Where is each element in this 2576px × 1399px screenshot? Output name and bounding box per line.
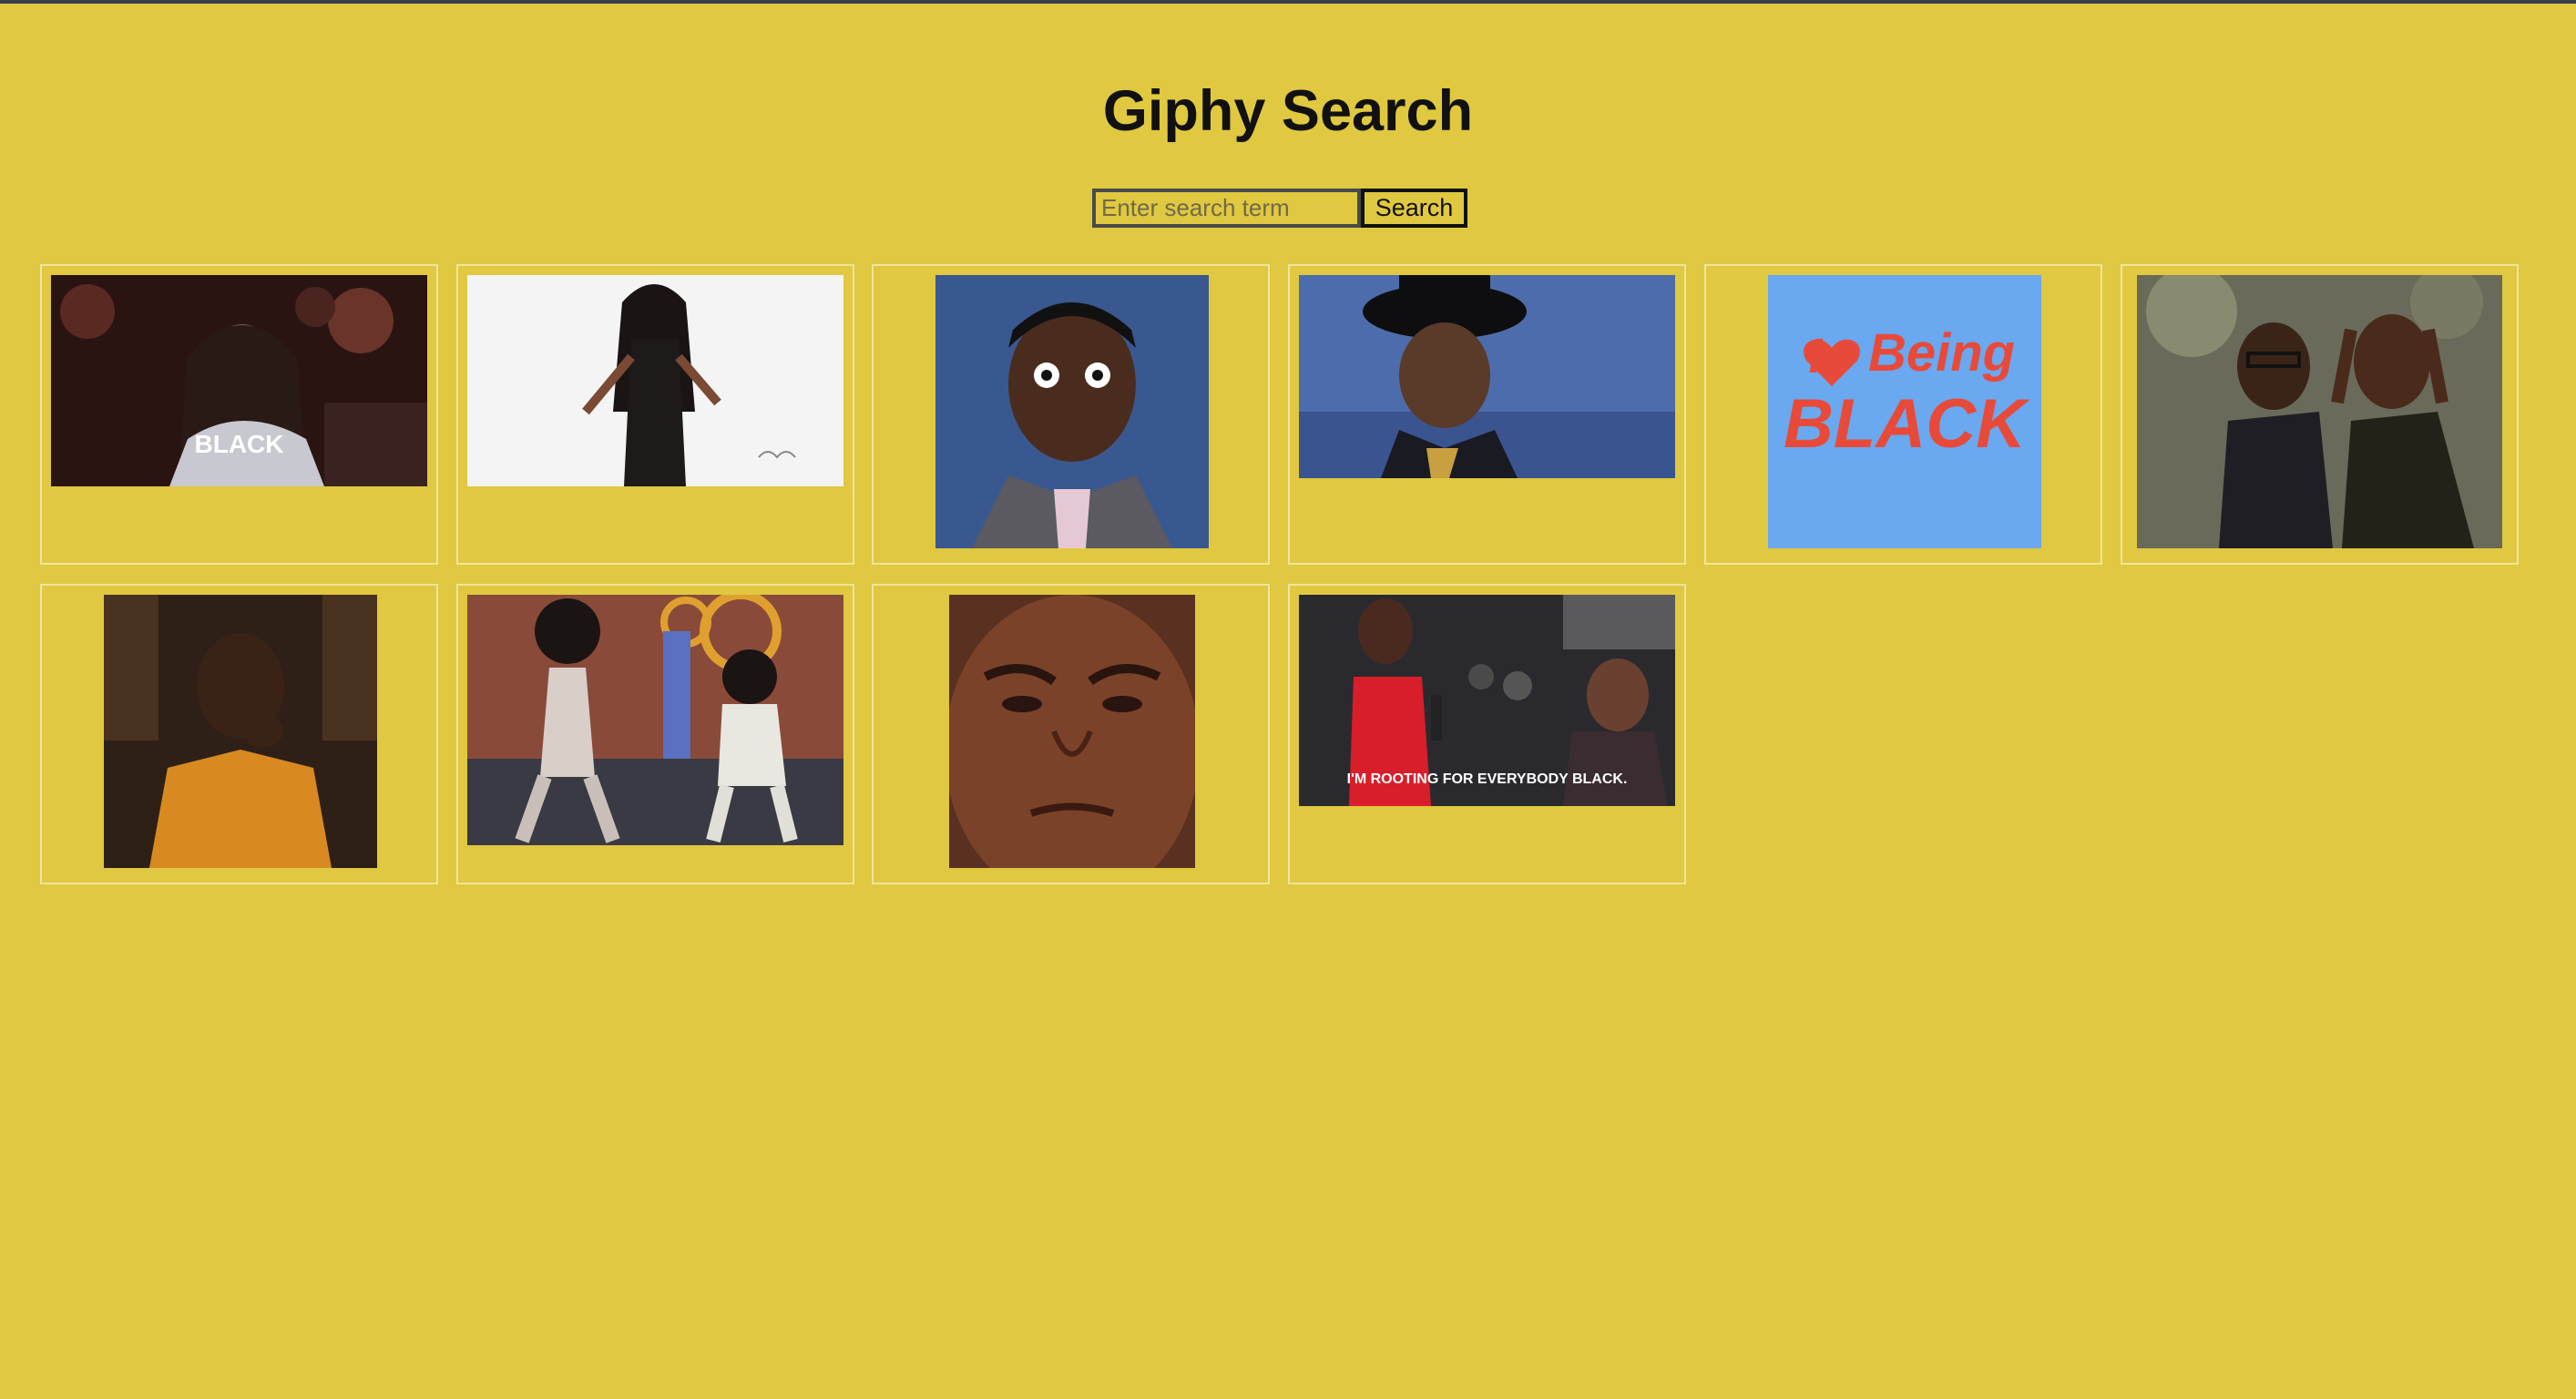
gif-image-1[interactable]: BLACK xyxy=(51,275,427,486)
gif-card-10[interactable]: I'M ROOTING FOR EVERYBODY BLACK. xyxy=(1288,584,1686,884)
gif-image-8[interactable] xyxy=(467,595,843,845)
gif-image-7[interactable] xyxy=(104,595,377,868)
gif-image-5[interactable]: I Being BLACK xyxy=(1768,275,2041,548)
gif-image-4[interactable] xyxy=(1299,275,1675,478)
gif-caption-1: BLACK xyxy=(194,430,284,458)
gif-card-3[interactable] xyxy=(872,264,1270,565)
results-grid: BLACK I Being BLACK I'M ROOTING FOR EVER… xyxy=(0,0,2576,1399)
gif-caption-5-c: BLACK xyxy=(1784,385,2026,463)
gif-card-1[interactable]: BLACK xyxy=(40,264,438,565)
gif-card-7[interactable] xyxy=(40,584,438,884)
gif-image-2[interactable] xyxy=(467,275,843,486)
gif-image-10[interactable]: I'M ROOTING FOR EVERYBODY BLACK. xyxy=(1299,595,1675,806)
gif-card-6[interactable] xyxy=(2121,264,2519,565)
gif-image-9[interactable] xyxy=(949,595,1195,868)
gif-caption-5-a: I xyxy=(1808,329,1823,383)
gif-caption-10: I'M ROOTING FOR EVERYBODY BLACK. xyxy=(1346,771,1628,787)
gif-image-6[interactable] xyxy=(2137,275,2502,548)
gif-card-2[interactable] xyxy=(456,264,854,565)
gif-caption-5-b: Being xyxy=(1868,323,2016,383)
gif-card-9[interactable] xyxy=(872,584,1270,884)
gif-card-4[interactable] xyxy=(1288,264,1686,565)
gif-image-3[interactable] xyxy=(935,275,1209,548)
gif-card-8[interactable] xyxy=(456,584,854,884)
gif-card-5[interactable]: I Being BLACK xyxy=(1704,264,2102,565)
